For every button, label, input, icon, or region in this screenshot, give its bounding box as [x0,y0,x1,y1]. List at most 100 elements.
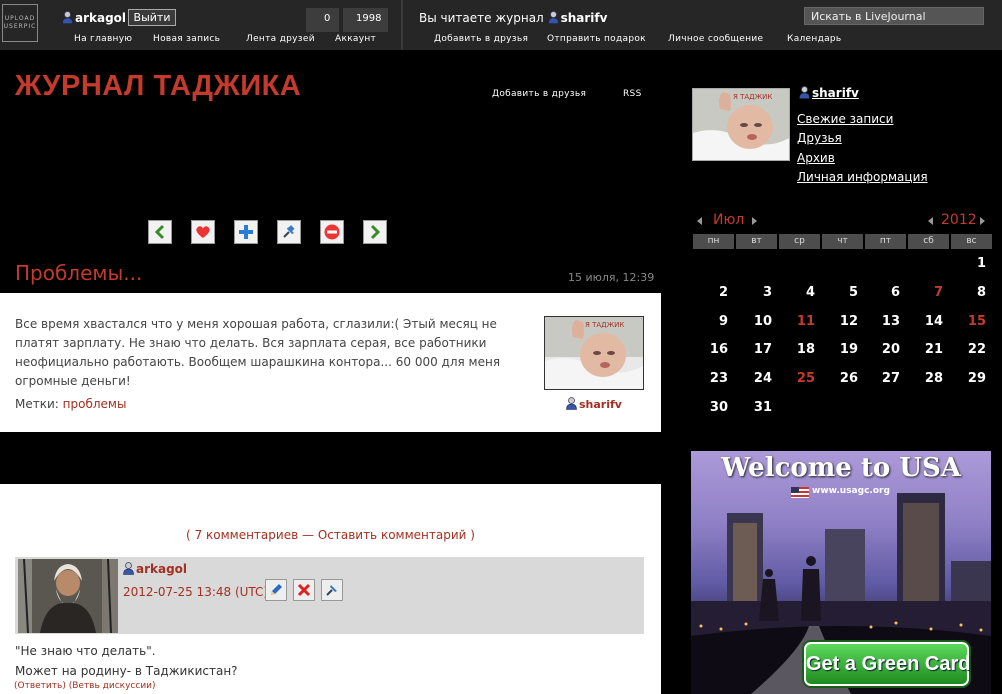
green-card-ad[interactable]: Welcome to USA www.usagc.org Get a Green… [691,451,991,694]
topbar-divider [401,0,403,50]
upload-userpic-button[interactable]: UPLOAD USERPIC [2,4,38,42]
calendar-day: 18 [796,342,815,357]
calendar-day: 13 [881,314,900,329]
weekday-label: вт [736,234,777,249]
weekday-label: сб [908,234,949,249]
delete-comment-button[interactable] [293,579,315,601]
post-userpic[interactable]: Я ТАДЖИК [544,316,644,390]
post-author-link[interactable]: sharifv [566,397,622,411]
calendar-weekday-header: пн вт ср чт пт сб вс [693,234,992,249]
inbox-counts: 0 1998 [306,8,388,32]
calendar-day: 28 [924,371,943,386]
comments-dash: — [301,528,314,542]
nav-send-gift[interactable]: Отправить подарок [547,34,646,44]
next-month-arrow-icon[interactable] [752,217,757,225]
delete-x-icon [297,583,311,597]
comments-links: ( 7 комментариев — Оставить комментарий … [0,528,661,542]
nav-calendar[interactable]: Календарь [787,34,842,44]
weekday-label: пт [865,234,906,249]
next-year-arrow-icon[interactable] [980,217,985,225]
next-arrow-icon [370,224,381,240]
comment-userpic[interactable] [18,559,118,633]
current-user-link[interactable]: arkagol [62,11,126,25]
calendar-day[interactable]: 11 [789,314,815,329]
flag-entry-button[interactable] [320,220,344,244]
nav-home[interactable]: На главную [74,34,132,44]
calendar-day: 6 [890,285,900,300]
post-title[interactable]: Проблемы... [15,261,142,285]
comment-date: 2012-07-25 13:48 (UTC) [123,585,269,599]
userpic-caption: Я ТАДЖИК [585,321,624,329]
nav-add-friend[interactable]: Добавить в друзья [434,34,528,44]
pin-icon [283,225,295,238]
count-a[interactable]: 0 [324,13,330,24]
search-input[interactable] [804,7,984,25]
sidebar-profile[interactable]: Личная информация [797,170,928,184]
pencil-icon [271,584,282,595]
post-body: Все время хвастался что у меня хорошая р… [0,293,661,432]
tag-link[interactable]: проблемы [63,397,127,411]
sidebar-userpic[interactable]: Я ТАДЖИК [692,88,790,161]
next-entry-button[interactable] [363,220,387,244]
us-flag-icon [791,487,809,498]
prev-arrow-icon [154,224,165,240]
calendar-day[interactable]: 15 [960,314,986,329]
header-add-friend-link[interactable]: Добавить в друзья [492,89,586,99]
calendar-day[interactable]: 25 [789,371,815,386]
comment-line-1: "Не знаю что делать". [15,644,156,658]
calendar-day: 16 [709,342,728,357]
nav-account[interactable]: Аккаунт [335,34,376,44]
calendar-day: 20 [881,342,900,357]
top-bar: UPLOAD USERPIC arkagol Выйти 0 1998 На г… [0,0,1002,50]
calendar-day[interactable]: 7 [917,285,943,300]
post-date: 15 июля, 12:39 [568,271,655,284]
nav-new-post[interactable]: Новая запись [153,34,220,44]
sidebar-recent-posts[interactable]: Свежие записи [797,112,893,126]
post-tags: Метки: проблемы [15,397,126,411]
calendar-day: 10 [753,314,772,329]
reading-journal: Вы читаете журнал sharifv [419,11,607,25]
calendar-day: 27 [881,371,900,386]
pin-icon [326,585,337,596]
reading-user-link[interactable]: sharifv [561,11,608,25]
logout-button[interactable]: Выйти [128,9,176,26]
user-icon [123,562,134,575]
calendar-day: 30 [709,400,728,415]
comment-actions: (Ответить) (Ветвь дискуссии) [14,681,156,691]
calendar-day: 4 [805,285,815,300]
calendar-month[interactable]: Июл [713,212,744,228]
journal-title: ЖУРНАЛ ТАДЖИКА [15,70,302,102]
sidebar-archive[interactable]: Архив [797,151,835,165]
track-entry-button[interactable] [234,220,258,244]
nav-friends-feed[interactable]: Лента друзей [246,34,315,44]
sidebar-friends[interactable]: Друзья [797,131,842,145]
heart-icon [196,226,210,238]
leave-comment-link[interactable]: Оставить комментарий [318,528,467,542]
tag-entry-button[interactable] [277,220,301,244]
comments-count-link[interactable]: 7 комментариев [195,528,299,542]
rss-link[interactable]: RSS [623,89,642,99]
nav-private-message[interactable]: Личное сообщение [668,34,763,44]
baby-userpic-image: Я ТАДЖИК [545,317,643,389]
comment-text: "Не знаю что делать". Может на родину- в… [15,641,238,681]
edit-comment-button[interactable] [265,579,287,601]
thread-link[interactable]: (Ветвь дискуссии) [69,681,156,691]
get-green-card-button[interactable]: Get a Green Card [804,642,971,686]
reply-link[interactable]: (Ответить) [14,681,66,691]
add-to-memories-button[interactable] [191,220,215,244]
user-icon [547,11,559,24]
prev-entry-button[interactable] [148,220,172,244]
calendar-day: 14 [924,314,943,329]
track-comment-button[interactable] [321,579,343,601]
comment-author-link[interactable]: arkagol [123,562,187,576]
count-b[interactable]: 1998 [356,13,381,24]
weekday-label: пн [693,234,734,249]
plus-icon [239,225,253,239]
comment-author-name: arkagol [136,562,188,576]
prev-month-arrow-icon[interactable] [697,217,702,225]
calendar-day: 26 [839,371,858,386]
prev-year-arrow-icon[interactable] [928,217,933,225]
calendar-year[interactable]: 2012 [941,212,977,228]
sidebar-user-link[interactable]: sharifv [799,86,859,100]
weekday-label: вс [951,234,992,249]
